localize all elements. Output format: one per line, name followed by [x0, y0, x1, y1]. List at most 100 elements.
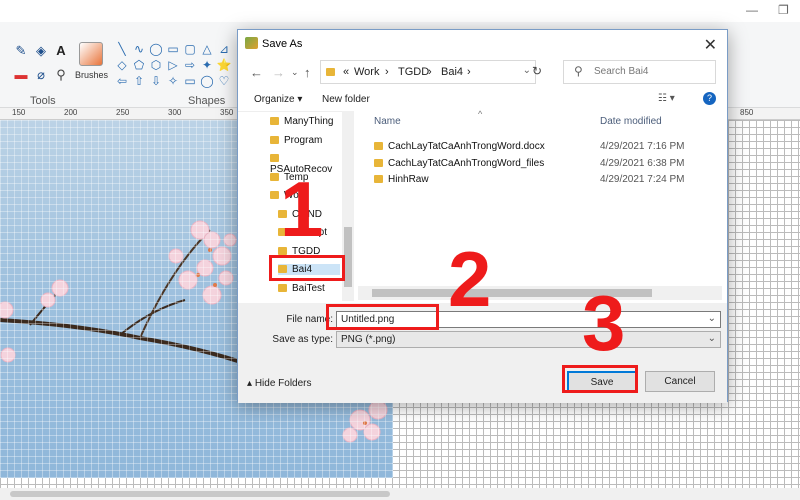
- search-placeholder: Search Bai4: [594, 66, 649, 77]
- dialog-titlebar[interactable]: Save As ✕: [238, 30, 727, 58]
- file-row[interactable]: CachLayTatCaAnhTrongWord.docx 4/29/2021 7…: [358, 139, 718, 155]
- shape-option-icon[interactable]: ✧: [165, 74, 181, 89]
- refresh-icon[interactable]: ↻: [532, 64, 542, 78]
- ruler-tick-label: 200: [64, 108, 78, 117]
- recent-locations-icon[interactable]: ⌄: [291, 67, 299, 78]
- save-type-value: PNG (*.png): [341, 334, 396, 345]
- shape-option-icon[interactable]: ⊿: [216, 42, 232, 57]
- shape-option-icon[interactable]: ◯: [199, 74, 215, 89]
- hide-folders-button[interactable]: ▴ Hide Folders: [247, 378, 312, 389]
- file-name: CachLayTatCaAnhTrongWord_files: [388, 157, 545, 169]
- shape-option-icon[interactable]: ⭐: [216, 58, 232, 73]
- folder-icon: [374, 158, 383, 167]
- breadcrumb-overflow[interactable]: «: [343, 66, 349, 78]
- search-icon: ⚲: [574, 64, 583, 78]
- breadcrumb-separator[interactable]: ›: [385, 66, 389, 78]
- chevron-down-icon[interactable]: ⌄: [708, 313, 716, 324]
- ruler-tick-label: 350: [220, 108, 234, 117]
- search-box[interactable]: ⚲ Search Bai4: [563, 60, 716, 84]
- tree-item-label: ManyThing: [284, 116, 334, 127]
- dialog-title: Save As: [262, 38, 303, 50]
- column-header-name[interactable]: Name: [374, 116, 401, 127]
- shape-option-icon[interactable]: △: [199, 42, 215, 57]
- shape-option-icon[interactable]: ▷: [165, 58, 181, 73]
- text-icon[interactable]: A: [54, 44, 68, 58]
- folder-icon: [278, 283, 287, 292]
- shape-option-icon[interactable]: ▭: [165, 42, 181, 57]
- help-icon[interactable]: ?: [703, 92, 716, 105]
- tree-item-label: BaiTest: [292, 282, 325, 294]
- file-date: 4/29/2021 7:16 PM: [600, 141, 685, 152]
- chevron-down-icon[interactable]: ⌄: [523, 65, 531, 76]
- up-arrow-icon[interactable]: ↑: [304, 65, 311, 80]
- shape-option-icon[interactable]: ◇: [114, 58, 130, 73]
- breadcrumb-bai4[interactable]: Bai4: [441, 66, 463, 78]
- brush-icon: [79, 42, 103, 66]
- navigation-bar: ← → ⌄ ↑ « Work › TGDD › Bai4 › ⌄ ↻ ⚲ Sea…: [238, 58, 727, 88]
- paint-app-icon: [245, 37, 258, 49]
- shape-option-icon[interactable]: ▢: [182, 42, 198, 57]
- minimize-icon[interactable]: —: [746, 3, 758, 17]
- shape-option-icon[interactable]: ♡: [216, 74, 232, 89]
- hide-folders-label: Hide Folders: [254, 378, 312, 389]
- organize-button[interactable]: Organize ▾: [254, 94, 302, 105]
- shapes-gallery[interactable]: ╲ ∿ ◯ ▭ ▢ △ ⊿ ◇ ⬠ ⬡ ▷ ⇨ ✦ ⭐ ⇦ ⇧ ⇩ ✧ ▭ ◯ ♡: [114, 42, 234, 92]
- forward-arrow-icon[interactable]: →: [272, 65, 285, 80]
- shape-option-icon[interactable]: ⬡: [148, 58, 164, 73]
- command-bar: Organize ▾ New folder ☷ ▾ ?: [238, 89, 727, 111]
- pencil-icon[interactable]: ✎: [14, 44, 28, 58]
- color-picker-icon[interactable]: ⌀: [34, 68, 48, 82]
- close-icon[interactable]: ✕: [704, 35, 717, 55]
- shape-option-icon[interactable]: ▭: [182, 74, 198, 89]
- new-folder-button[interactable]: New folder: [322, 94, 370, 105]
- folder-icon: [374, 142, 383, 150]
- ruler-tick-label: 300: [168, 108, 182, 117]
- fill-icon[interactable]: ◈: [34, 44, 48, 58]
- breadcrumb-separator[interactable]: ›: [467, 66, 471, 78]
- view-options-icon[interactable]: ☷ ▾: [658, 93, 675, 104]
- sort-arrow-icon: ^: [478, 109, 483, 119]
- ruler-tick-label: 250: [116, 108, 130, 117]
- tree-item[interactable]: BaiTest: [278, 283, 340, 294]
- back-arrow-icon[interactable]: ←: [250, 65, 263, 80]
- shape-option-icon[interactable]: ⇦: [114, 74, 130, 89]
- tree-item[interactable]: ManyThing: [270, 116, 340, 127]
- file-list: Name ^ Date modified CachLayTatCaAnhTron…: [358, 109, 729, 301]
- step-number-2: 2: [448, 235, 492, 323]
- tree-item[interactable]: Program: [270, 135, 340, 146]
- breadcrumb-work[interactable]: Work: [354, 66, 379, 78]
- chevron-down-icon[interactable]: ⌄: [708, 333, 716, 344]
- file-date: 4/29/2021 6:38 PM: [600, 157, 685, 169]
- shape-option-icon[interactable]: ⬠: [131, 58, 147, 73]
- shape-option-icon[interactable]: ⇩: [148, 74, 164, 89]
- shapes-group-label: Shapes: [188, 95, 226, 107]
- file-list-horizontal-scrollbar[interactable]: [358, 286, 722, 300]
- shape-option-icon[interactable]: ✦: [199, 58, 215, 73]
- shape-option-icon[interactable]: ⇨: [182, 58, 198, 73]
- canvas-horizontal-scrollbar[interactable]: [0, 488, 800, 500]
- shape-option-icon[interactable]: ◯: [148, 42, 164, 57]
- folder-icon: [270, 135, 279, 144]
- ruler-tick-label: 150: [12, 108, 26, 117]
- magnifier-icon[interactable]: ⚲: [54, 68, 68, 82]
- column-header-date[interactable]: Date modified: [600, 116, 662, 127]
- shape-option-icon[interactable]: ∿: [131, 42, 147, 57]
- file-row[interactable]: CachLayTatCaAnhTrongWord_files 4/29/2021 …: [358, 156, 718, 172]
- eraser-icon[interactable]: ▬: [14, 68, 28, 82]
- save-type-select[interactable]: PNG (*.png) ⌄: [336, 331, 721, 348]
- folder-icon: [270, 172, 279, 181]
- tree-item-label: Program: [284, 134, 323, 146]
- cancel-button[interactable]: Cancel: [645, 371, 715, 392]
- folder-icon: [270, 191, 279, 199]
- shape-option-icon[interactable]: ⇧: [131, 74, 147, 89]
- folder-icon: [374, 175, 383, 183]
- breadcrumb-separator[interactable]: ›: [428, 66, 432, 78]
- highlight-box-save: [562, 365, 638, 393]
- address-bar[interactable]: « Work › TGDD › Bai4 › ⌄: [320, 60, 536, 84]
- shape-option-icon[interactable]: ╲: [114, 42, 130, 57]
- file-row[interactable]: HinhRaw 4/29/2021 7:24 PM: [358, 172, 718, 188]
- restore-icon[interactable]: ❐: [778, 3, 789, 17]
- highlight-box-filename: [326, 304, 439, 330]
- brushes-button[interactable]: Brushes: [72, 40, 110, 96]
- breadcrumb-tgdd[interactable]: TGDD: [398, 66, 429, 78]
